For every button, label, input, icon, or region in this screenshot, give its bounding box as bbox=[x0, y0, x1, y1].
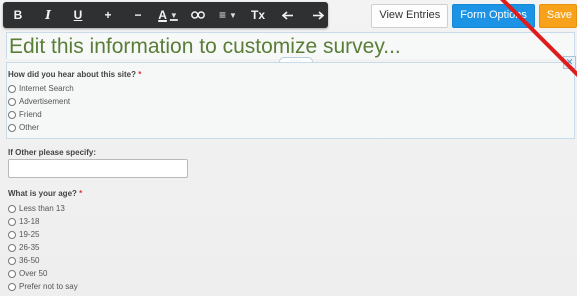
radio-option[interactable]: 19-25 bbox=[8, 230, 39, 239]
add-label: + bbox=[104, 8, 112, 22]
italic-label: I bbox=[45, 8, 51, 22]
radio-option[interactable]: Advertisement bbox=[8, 97, 70, 106]
radio-button[interactable] bbox=[8, 217, 16, 226]
remove-label: − bbox=[134, 8, 142, 22]
required-marker: * bbox=[79, 189, 83, 198]
align-button[interactable]: ≡ ▼ bbox=[213, 2, 243, 28]
add-button[interactable]: + bbox=[93, 2, 123, 28]
font-color-label: A bbox=[158, 8, 167, 22]
radio-button[interactable] bbox=[8, 243, 16, 252]
radio-option[interactable]: 13-18 bbox=[8, 217, 39, 226]
underline-label: U bbox=[73, 8, 83, 22]
radio-option[interactable]: 26-35 bbox=[8, 243, 39, 252]
radio-option[interactable]: Over 50 bbox=[8, 269, 47, 278]
bold-label: B bbox=[13, 8, 23, 22]
bold-button[interactable]: B bbox=[3, 2, 33, 28]
undo-icon bbox=[282, 10, 293, 20]
question-text: What is your age? bbox=[8, 189, 77, 198]
underline-button[interactable]: U bbox=[63, 2, 93, 28]
caret-down-icon: ▼ bbox=[229, 10, 237, 20]
redo-button[interactable] bbox=[303, 2, 333, 28]
top-actions: View Entries Form Options Save bbox=[371, 4, 577, 28]
radio-button[interactable] bbox=[8, 123, 16, 132]
radio-label: Other bbox=[19, 123, 40, 132]
radio-button[interactable] bbox=[8, 97, 16, 106]
radio-option[interactable]: Internet Search bbox=[8, 84, 74, 93]
radio-label: 19-25 bbox=[19, 230, 40, 239]
radio-label: Over 50 bbox=[19, 269, 48, 278]
link-button[interactable] bbox=[183, 2, 213, 28]
radio-option[interactable]: Prefer not to say bbox=[8, 282, 78, 291]
radio-label: Less than 13 bbox=[19, 204, 65, 213]
save-label: Save bbox=[546, 9, 572, 21]
font-color-button[interactable]: A ▼ bbox=[153, 2, 183, 28]
radio-label: Internet Search bbox=[19, 84, 74, 93]
radio-option[interactable]: Less than 13 bbox=[8, 204, 65, 213]
radio-option[interactable]: Other bbox=[8, 123, 39, 132]
radio-button[interactable] bbox=[8, 256, 16, 265]
caret-down-icon: ▼ bbox=[169, 10, 178, 20]
radio-button[interactable] bbox=[8, 204, 16, 213]
undo-button[interactable] bbox=[273, 2, 303, 28]
question-label-specify: If Other please specify: bbox=[8, 148, 97, 157]
radio-option[interactable]: Friend bbox=[8, 110, 42, 119]
radio-option[interactable]: 36-50 bbox=[8, 256, 39, 265]
remove-button[interactable]: − bbox=[123, 2, 153, 28]
radio-label: Advertisement bbox=[19, 97, 71, 106]
radio-label: 26-35 bbox=[19, 243, 40, 252]
question-text: How did you hear about this site? bbox=[8, 70, 137, 79]
clear-format-button[interactable]: Tx bbox=[243, 2, 273, 28]
question-label-hear-about: How did you hear about this site? * bbox=[8, 70, 141, 79]
question-label-age: What is your age? * bbox=[8, 189, 82, 198]
radio-button[interactable] bbox=[8, 84, 16, 93]
radio-label: 36-50 bbox=[19, 256, 40, 265]
align-label: ≡ bbox=[219, 8, 227, 22]
radio-button[interactable] bbox=[8, 110, 16, 119]
save-button[interactable]: Save bbox=[538, 4, 577, 28]
other-specify-input[interactable] bbox=[8, 159, 188, 178]
link-icon bbox=[191, 11, 205, 19]
redo-icon bbox=[313, 10, 324, 20]
page-title[interactable]: Edit this information to customize surve… bbox=[9, 35, 401, 59]
radio-button[interactable] bbox=[8, 230, 16, 239]
required-marker: * bbox=[138, 70, 142, 79]
radio-label: Prefer not to say bbox=[19, 282, 78, 291]
view-entries-button[interactable]: View Entries bbox=[371, 4, 449, 28]
radio-label: Friend bbox=[19, 110, 42, 119]
clear-format-label: Tx bbox=[250, 8, 265, 22]
radio-button[interactable] bbox=[8, 282, 16, 291]
view-entries-label: View Entries bbox=[379, 9, 441, 21]
rich-text-toolbar: B I U + − A ▼ ≡ ▼ Tx bbox=[3, 2, 328, 28]
radio-button[interactable] bbox=[8, 269, 16, 278]
italic-button[interactable]: I bbox=[33, 2, 63, 28]
radio-label: 13-18 bbox=[19, 217, 40, 226]
